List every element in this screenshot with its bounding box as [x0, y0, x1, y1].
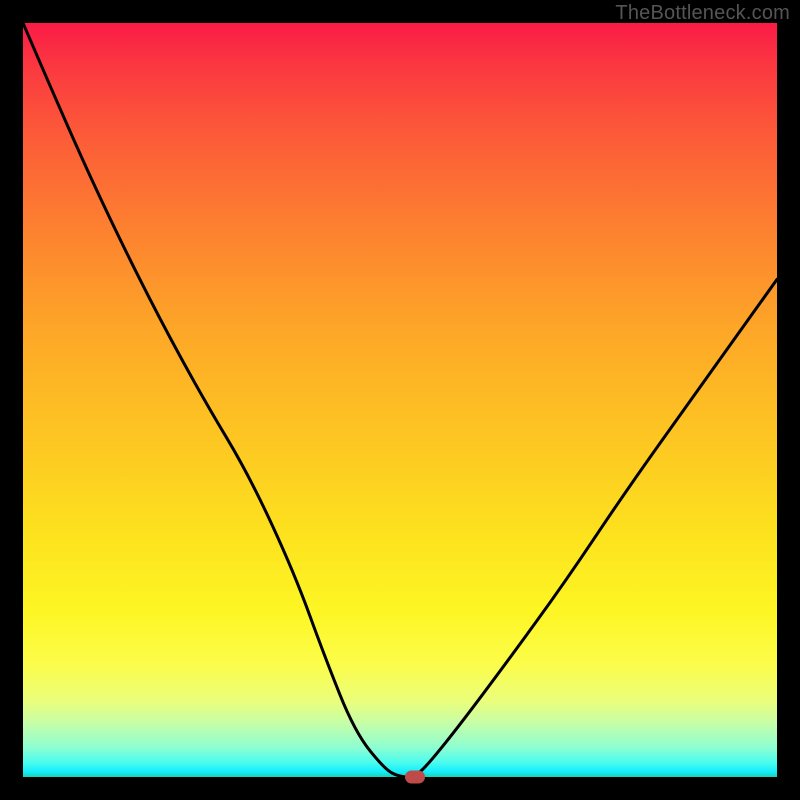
chart-plot-area	[23, 23, 777, 777]
optimum-marker	[405, 771, 425, 784]
chart-curve-layer	[23, 23, 777, 777]
bottleneck-curve	[23, 23, 777, 777]
watermark-text: TheBottleneck.com	[615, 2, 790, 25]
